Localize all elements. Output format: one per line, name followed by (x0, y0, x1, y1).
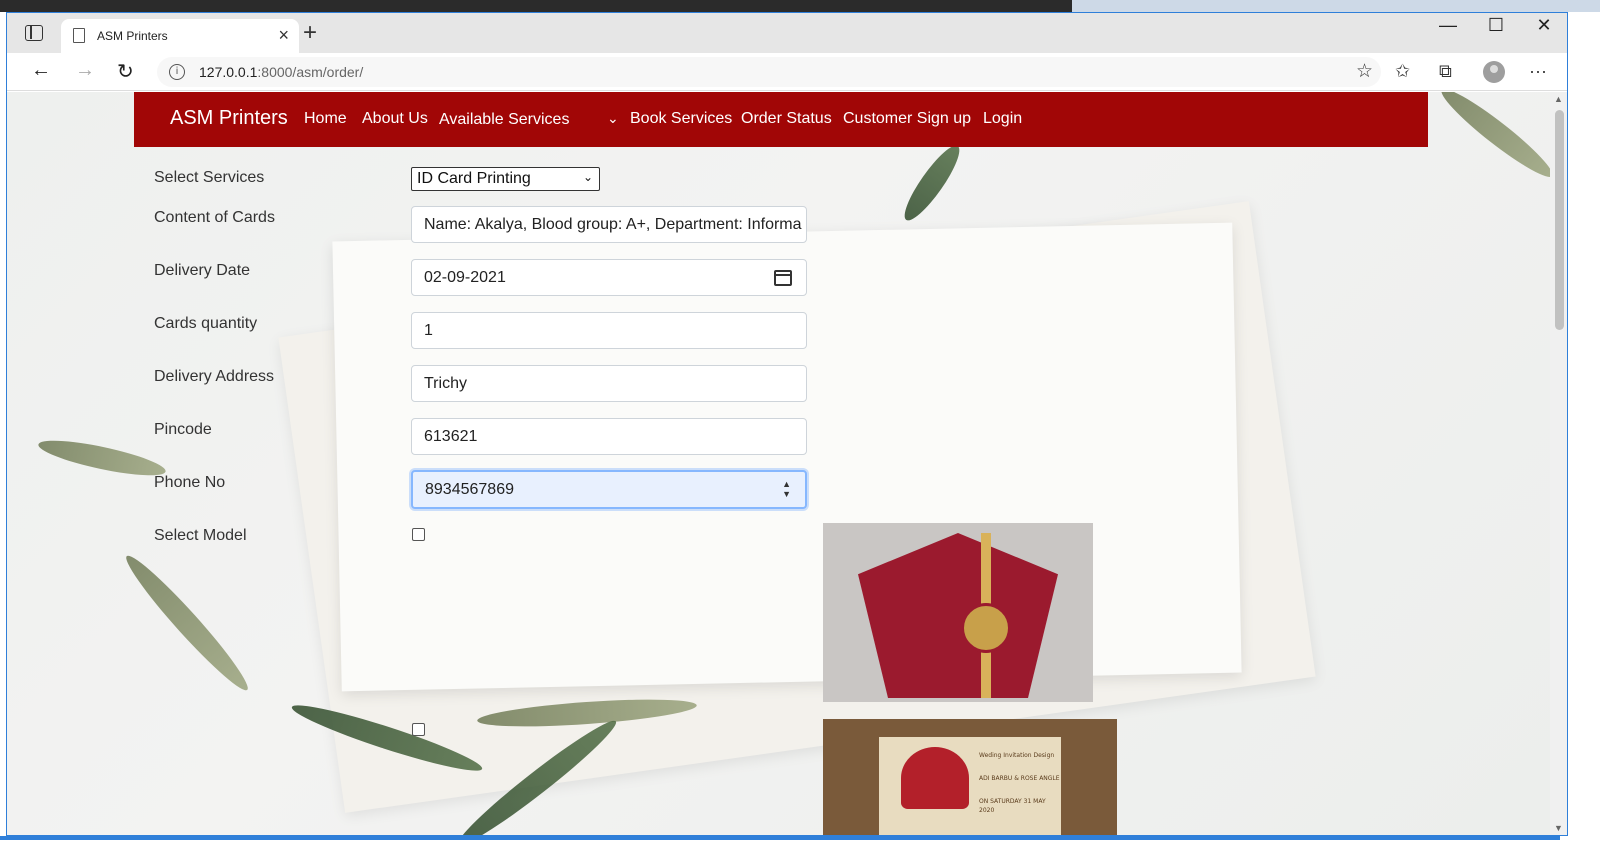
label-pincode: Pincode (154, 421, 212, 438)
url-text: 127.0.0.1:8000/asm/order/ (199, 64, 364, 80)
site-info-icon[interactable]: i (169, 64, 185, 80)
close-tab-icon[interactable]: × (278, 25, 289, 46)
invitation-text: Weding Invitation Design ADI BARBU & ROS… (979, 752, 1060, 814)
tab-actions-icon[interactable] (25, 25, 43, 41)
heart-frame (901, 747, 969, 809)
background-leaf (897, 139, 967, 227)
background-leaf (1435, 92, 1550, 185)
calendar-icon[interactable] (774, 270, 792, 286)
page-icon (73, 28, 85, 43)
taskbar-edge (0, 836, 1560, 840)
background-leaf (36, 433, 168, 483)
background-leaf (118, 548, 256, 698)
invitation-card: Weding Invitation Design ADI BARBU & ROS… (879, 737, 1061, 835)
spinner-arrows-icon[interactable]: ▲ ▼ (782, 479, 791, 499)
envelope-shape (858, 533, 1058, 698)
tab-bar: ASM Printers × + — ☐ ✕ (7, 13, 1567, 53)
label-content-of-cards: Content of Cards (154, 209, 275, 226)
nav-about-us[interactable]: About Us (362, 110, 428, 128)
delivery-date-input[interactable]: 02-09-2021 (411, 259, 807, 296)
chevron-down-icon[interactable]: ⌄ (607, 110, 619, 127)
services-select[interactable]: ID Card Printing ⌄ (411, 167, 600, 191)
scrollbar-thumb[interactable] (1555, 110, 1564, 330)
label-delivery-date: Delivery Date (154, 262, 251, 279)
minimize-icon[interactable]: — (1425, 15, 1471, 36)
nav-available-services[interactable]: Available Services (439, 111, 569, 129)
address-bar[interactable]: i 127.0.0.1:8000/asm/order/ ☆ (157, 57, 1381, 87)
forward-icon[interactable]: → (75, 59, 95, 82)
browser-tab[interactable]: ASM Printers × (61, 19, 299, 53)
page-viewport: ASM Printers Home About Us Available Ser… (7, 92, 1550, 835)
label-select-model: Select Model (154, 527, 247, 544)
scroll-up-icon[interactable]: ▲ (1554, 94, 1563, 104)
model-2-image: Weding Invitation Design ADI BARBU & ROS… (823, 719, 1117, 835)
reload-icon[interactable]: ↻ (117, 59, 134, 84)
site-navbar: ASM Printers Home About Us Available Ser… (134, 92, 1428, 147)
nav-home[interactable]: Home (304, 110, 347, 128)
nav-book-services[interactable]: Book Services (630, 110, 732, 128)
favorites-icon[interactable]: ✩ (1395, 61, 1410, 82)
label-cards-quantity: Cards quantity (154, 315, 258, 332)
model-1-image (823, 523, 1093, 702)
envelope-seal (961, 603, 1011, 653)
pincode-input[interactable]: 613621 (411, 418, 807, 455)
label-select-services: Select Services (154, 169, 265, 186)
desktop-bottom-strip (0, 836, 1600, 860)
profile-avatar[interactable] (1483, 61, 1505, 83)
chevron-down-icon: ⌄ (582, 170, 593, 184)
background-window-edge (0, 0, 1072, 12)
services-select-value: ID Card Printing (417, 170, 531, 187)
close-window-icon[interactable]: ✕ (1521, 15, 1567, 36)
tab-title: ASM Printers (97, 29, 168, 43)
scroll-down-icon[interactable]: ▼ (1554, 823, 1563, 833)
more-menu-icon[interactable]: ··· (1529, 61, 1547, 82)
delivery-date-value: 02-09-2021 (424, 269, 506, 286)
desktop-top-strip (0, 0, 1600, 12)
add-favorite-icon[interactable]: ☆ (1356, 60, 1373, 83)
label-delivery-address: Delivery Address (154, 368, 275, 385)
phone-no-value: 8934567869 (425, 481, 514, 498)
phone-no-input[interactable]: 8934567869 ▲ ▼ (411, 470, 807, 509)
maximize-icon[interactable]: ☐ (1473, 15, 1519, 36)
model-1-checkbox[interactable] (412, 528, 425, 541)
model-2-checkbox[interactable] (412, 723, 425, 736)
collections-icon[interactable]: ⧉ (1439, 61, 1452, 82)
page-scrollbar[interactable]: ▲ ▼ (1550, 92, 1567, 835)
content-of-cards-input[interactable]: Name: Akalya, Blood group: A+, Departmen… (411, 206, 807, 243)
address-bar-row: ← → ↻ i 127.0.0.1:8000/asm/order/ ☆ ✩ ⧉ … (7, 53, 1567, 91)
browser-window: ASM Printers × + — ☐ ✕ ← → ↻ i 127.0.0.1… (6, 12, 1568, 836)
nav-customer-sign-up[interactable]: Customer Sign up (843, 110, 971, 128)
delivery-address-input[interactable]: Trichy (411, 365, 807, 402)
back-icon[interactable]: ← (31, 59, 51, 82)
site-brand[interactable]: ASM Printers (170, 107, 288, 130)
new-tab-icon[interactable]: + (303, 19, 317, 47)
nav-login[interactable]: Login (983, 110, 1022, 128)
cards-quantity-input[interactable]: 1 (411, 312, 807, 349)
label-phone-no: Phone No (154, 474, 226, 491)
nav-order-status[interactable]: Order Status (741, 110, 832, 128)
